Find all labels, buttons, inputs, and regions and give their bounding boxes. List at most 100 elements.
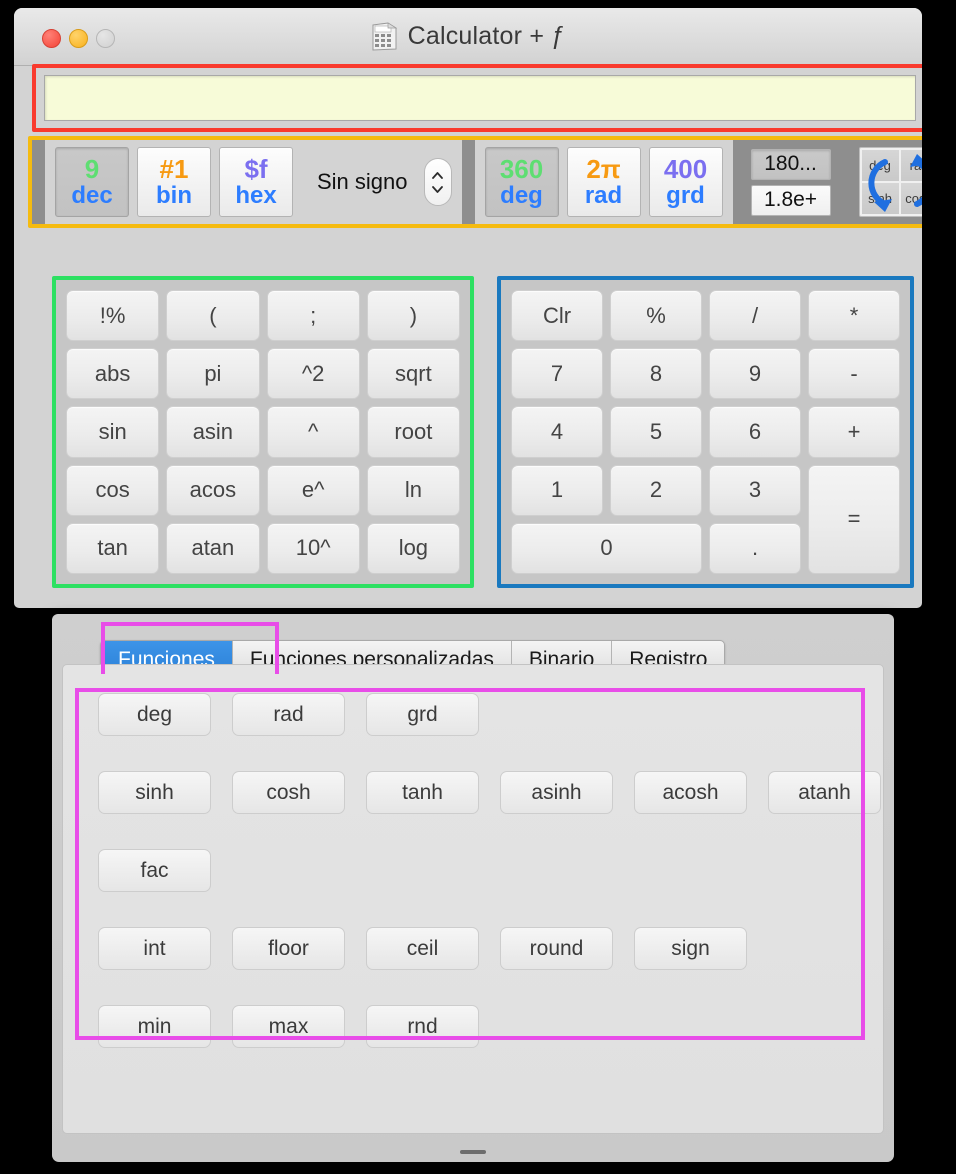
panel-fn-cosh[interactable]: cosh [232,771,345,814]
num-key-Clr[interactable]: Clr [511,290,603,342]
num-key-5[interactable]: 5 [610,406,702,458]
panel-fn-ceil[interactable]: ceil [366,927,479,970]
num-key-sym15[interactable]: = [808,464,900,574]
angle-mode-group: 360 deg 2π rad 400 grd [474,140,733,224]
fn-key-acos[interactable]: acos [166,464,260,516]
chevron-down-icon [432,185,443,193]
panel-fn-floor[interactable]: floor [232,927,345,970]
fn-key-[interactable]: !% [66,290,160,342]
panel-fn-atanh[interactable]: atanh [768,771,881,814]
panel-fn-rnd[interactable]: rnd [366,1005,479,1048]
panel-fn-tanh[interactable]: tanh [366,771,479,814]
sign-mode-label: Sin signo [317,169,408,194]
fn-key-cos[interactable]: cos [66,464,160,516]
numeric-keypad: Clr% / * 7 8 9- 4 5 6 +1 2 3 = 0. [497,276,914,588]
function-button-rows: deg rad grd sinh cosh tanh asinh acosh atanh fac i… [98,693,881,1083]
angle-mode-deg[interactable]: 360 deg [484,147,559,217]
base-mode-hex[interactable]: $f hex [219,147,293,217]
fn-key-sqrt[interactable]: sqrt [366,348,460,400]
num-key-4[interactable]: 4 [511,406,603,458]
panel-fn-sign[interactable]: sign [634,927,747,970]
fn-key-atan[interactable]: atan [166,522,260,574]
window-titlebar: Calculator + ƒ [14,8,922,66]
num-key-sym17[interactable]: . [709,522,801,574]
panel-fn-acosh[interactable]: acosh [634,771,747,814]
num-key-7[interactable]: 7 [511,348,603,400]
fn-key-[interactable]: ( [166,290,260,342]
function-row: fac [98,849,873,892]
fn-key-asin[interactable]: asin [166,406,260,458]
calculator-icon [372,22,397,51]
quad-cell-rad: rad [900,150,922,181]
panel-fn-round[interactable]: round [500,927,613,970]
fn-key-pi[interactable]: pi [166,348,260,400]
function-row: deg rad grd [98,693,873,736]
display-input[interactable] [44,75,916,121]
num-key-sym7[interactable]: - [808,348,900,400]
sign-mode-stepper[interactable] [423,158,452,206]
window-title: Calculator + ƒ [407,22,566,50]
fn-key-[interactable]: ^ [266,406,360,458]
num-key-sym1[interactable]: % [610,290,702,342]
angle-mode-rad[interactable]: 2π rad [566,147,641,217]
quad-cell-sinh: sinh [861,183,899,214]
base-mode-group: 9 dec #1 bin $f hex Sin signo [45,140,462,224]
hyperbolic-toggle-group: deg rad sinh cosh [848,140,922,224]
panel-fn-min[interactable]: min [98,1005,211,1048]
panel-content: deg rad grd sinh cosh tanh asinh acosh atanh fac i… [62,664,884,1134]
angle-hyperbolic-toggle[interactable]: deg rad sinh cosh [858,147,922,217]
chevron-up-icon [432,171,443,179]
fn-key-abs[interactable]: abs [66,348,160,400]
precision-group: 180... 1.8e+ [732,140,849,224]
num-key-sym11[interactable]: + [808,406,900,458]
function-row: int floor ceil round sign [98,927,873,970]
toolbar-separator-left [32,140,45,224]
fn-key-ln[interactable]: ln [366,464,460,516]
panel-fn-sinh[interactable]: sinh [98,771,211,814]
num-key-9[interactable]: 9 [709,348,801,400]
num-key-2[interactable]: 2 [610,464,702,516]
window-title-group: Calculator + ƒ [14,22,922,51]
resize-grip[interactable] [460,1150,486,1154]
functions-panel-window: Funciones Funciones personalizadas Binario… [52,614,894,1162]
fn-key-log[interactable]: log [366,522,460,574]
panel-fn-int[interactable]: int [98,927,211,970]
angle-mode-grd[interactable]: 400 grd [648,147,723,217]
num-key-sym3[interactable]: * [808,290,900,342]
num-key-3[interactable]: 3 [709,464,801,516]
base-mode-dec[interactable]: 9 dec [55,147,129,217]
screen-root: Calculator + ƒ 9 dec #1 bin $f hex Sin s… [0,0,956,1174]
panel-fn-deg[interactable]: deg [98,693,211,736]
fn-key-tan[interactable]: tan [66,522,160,574]
precision-sci-button[interactable]: 1.8e+ [750,184,831,216]
mode-toolbar: 9 dec #1 bin $f hex Sin signo 360 deg 2π… [28,136,922,228]
precision-fixed-button[interactable]: 180... [750,148,831,180]
quad-cell-cosh: cosh [900,183,922,214]
toolbar-separator-mid [461,140,475,224]
display-annotation-box [32,64,922,132]
panel-fn-asinh[interactable]: asinh [500,771,613,814]
function-row: sinh cosh tanh asinh acosh atanh [98,771,881,814]
fn-key-10[interactable]: 10^ [266,522,360,574]
function-keypad: !%(;) abs pi ^2 sqrt sin asin ^ root cos acos e^ ln t… [52,276,474,588]
num-key-sym2[interactable]: / [709,290,801,342]
num-key-6[interactable]: 6 [709,406,801,458]
fn-key-root[interactable]: root [366,406,460,458]
fn-key-2[interactable]: ^2 [266,348,360,400]
function-row: min max rnd [98,1005,873,1048]
num-key-8[interactable]: 8 [610,348,702,400]
quad-cell-deg: deg [861,150,899,181]
panel-fn-rad[interactable]: rad [232,693,345,736]
panel-fn-grd[interactable]: grd [366,693,479,736]
fn-key-sin[interactable]: sin [66,406,160,458]
precision-column: 180... 1.8e+ [743,148,839,216]
panel-fn-fac[interactable]: fac [98,849,211,892]
fn-key-e[interactable]: e^ [266,464,360,516]
num-key-0[interactable]: 0 [511,522,702,574]
fn-key-[interactable]: ; [266,290,360,342]
base-mode-bin[interactable]: #1 bin [137,147,211,217]
calculator-window: Calculator + ƒ 9 dec #1 bin $f hex Sin s… [14,8,922,608]
num-key-1[interactable]: 1 [511,464,603,516]
panel-fn-max[interactable]: max [232,1005,345,1048]
fn-key-[interactable]: ) [366,290,460,342]
